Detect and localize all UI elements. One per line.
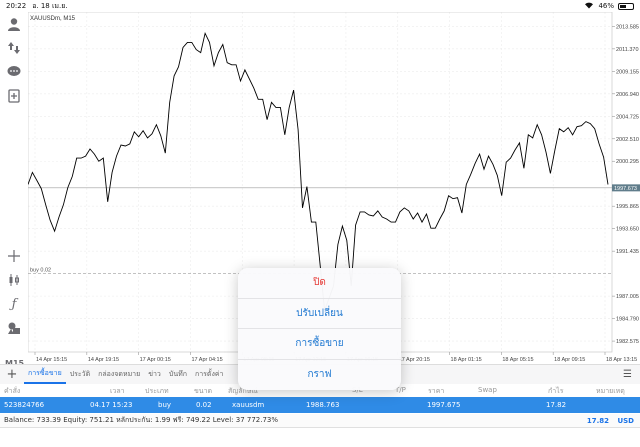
battery-percent: 46% bbox=[598, 2, 614, 10]
wifi-icon bbox=[584, 1, 594, 11]
row-time: 04.17 15:23 bbox=[90, 401, 133, 409]
x-tick-label: 18 Apr 05:15 bbox=[502, 357, 533, 363]
account-summary: Balance: 733.39 Equity: 751.21 หลักประกั… bbox=[0, 414, 640, 428]
chart-button[interactable]: กราฟ bbox=[238, 360, 401, 391]
x-tick-label: 18 Apr 01:15 bbox=[451, 357, 482, 363]
close-position-button[interactable]: ปิด bbox=[238, 268, 401, 299]
add-icon[interactable]: + bbox=[0, 367, 24, 382]
trade-button[interactable]: การซื้อขาย bbox=[238, 329, 401, 360]
x-tick-label: 14 Apr 19:15 bbox=[88, 357, 119, 363]
col-volume: ขนาด bbox=[194, 387, 213, 395]
battery-icon bbox=[618, 2, 634, 10]
add-chart-icon[interactable] bbox=[6, 88, 22, 104]
tab-mailbox[interactable]: กล่องจดหมาย bbox=[94, 369, 144, 380]
y-tick-label: 2009.155 bbox=[616, 69, 639, 75]
person-icon[interactable] bbox=[6, 16, 22, 32]
tab-settings[interactable]: การตั้งค่า bbox=[191, 369, 228, 380]
x-tick-label: 17 Apr 20:15 bbox=[399, 357, 430, 363]
chat-icon[interactable] bbox=[6, 64, 22, 80]
row-ticket: 523824766 bbox=[4, 401, 45, 409]
status-date: อ. 18 เม.ย. bbox=[32, 1, 68, 10]
row-profit: 17.82 bbox=[546, 401, 567, 409]
y-tick-label: 2002.510 bbox=[616, 137, 639, 143]
table-row[interactable]: 523824766 04.17 15:23 buy 0.02 xauusdm 1… bbox=[0, 397, 640, 413]
y-tick-label: 1991.435 bbox=[616, 249, 639, 255]
y-tick-label: 1982.575 bbox=[616, 339, 639, 345]
col-time: เวลา bbox=[110, 387, 125, 395]
tab-journal[interactable]: บันทึก bbox=[165, 369, 191, 380]
row-price: 1997.675 bbox=[427, 401, 461, 409]
summary-currency: USD bbox=[617, 416, 634, 425]
x-tick-label: 18 Apr 13:15 bbox=[606, 357, 637, 363]
col-ticket: คำสั่ง bbox=[4, 387, 21, 395]
row-volume: 0.02 bbox=[196, 401, 212, 409]
row-symbol: xauusdm bbox=[232, 401, 265, 409]
x-tick-label: 14 Apr 15:15 bbox=[36, 357, 67, 363]
left-toolbar: ƒ M15 bbox=[0, 12, 28, 368]
buy-line-label: buy 0.02 bbox=[30, 268, 51, 274]
x-tick-label: 17 Apr 00:15 bbox=[140, 357, 171, 363]
y-tick-label: 2004.725 bbox=[616, 114, 639, 120]
position-action-menu: ปิด ปรับเปลี่ยน การซื้อขาย กราฟ bbox=[238, 268, 401, 390]
summary-profit: 17.82 USD bbox=[587, 417, 634, 425]
modify-position-button[interactable]: ปรับเปลี่ยน bbox=[238, 299, 401, 329]
chart-symbol-label: XAUUSDm, M15 bbox=[30, 16, 76, 22]
shapes-icon[interactable] bbox=[6, 320, 22, 336]
y-tick-label: 2006.940 bbox=[616, 92, 639, 98]
y-tick-label: 2000.295 bbox=[616, 159, 639, 165]
row-type: buy bbox=[158, 401, 172, 409]
tab-news[interactable]: ข่าว bbox=[144, 369, 165, 380]
crosshair-icon[interactable] bbox=[6, 248, 22, 264]
y-tick-label: 1993.650 bbox=[616, 227, 639, 233]
y-tick-label: 1987.005 bbox=[616, 294, 639, 300]
function-icon[interactable]: ƒ bbox=[6, 296, 22, 312]
y-tick-label: 2013.585 bbox=[616, 24, 639, 30]
tab-trade[interactable]: การซื้อขาย bbox=[24, 368, 66, 384]
col-swap: Swap bbox=[478, 386, 497, 394]
y-tick-label: 2011.370 bbox=[616, 47, 639, 53]
summary-profit-value: 17.82 bbox=[586, 416, 610, 425]
col-comment: หมายเหตุ bbox=[596, 387, 625, 395]
status-bar: 20:22 อ. 18 เม.ย. 46% bbox=[0, 0, 640, 12]
trade-arrows-icon[interactable] bbox=[6, 40, 22, 56]
col-profit: กำไร bbox=[548, 387, 564, 395]
y-tick-label: 1984.790 bbox=[616, 317, 639, 323]
status-right: 46% bbox=[584, 1, 634, 11]
candles-icon[interactable] bbox=[6, 272, 22, 288]
current-price-tag: 1997.673 bbox=[612, 184, 640, 192]
x-tick-label: 18 Apr 09:15 bbox=[554, 357, 585, 363]
row-open-price: 1988.763 bbox=[306, 401, 340, 409]
y-tick-label: 1995.865 bbox=[616, 204, 639, 210]
summary-text: Balance: 733.39 Equity: 751.21 หลักประกั… bbox=[4, 416, 279, 424]
col-type: ประเภท bbox=[145, 387, 169, 395]
x-tick-label: 17 Apr 04:15 bbox=[191, 357, 222, 363]
columns-icon[interactable]: ☰ bbox=[623, 369, 632, 380]
tab-history[interactable]: ประวัติ bbox=[66, 369, 94, 380]
col-price: ราคา bbox=[428, 387, 445, 395]
status-time: 20:22 bbox=[6, 2, 27, 10]
current-price-label: 1997.673 bbox=[614, 186, 637, 192]
